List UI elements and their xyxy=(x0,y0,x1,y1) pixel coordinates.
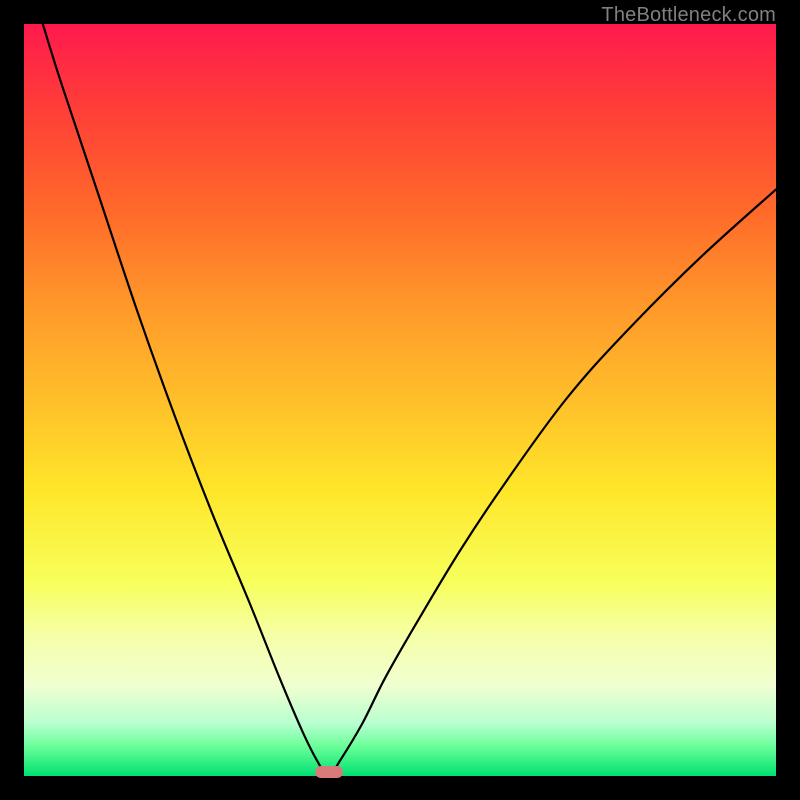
bottleneck-curve xyxy=(24,24,776,776)
optimum-marker xyxy=(315,766,343,778)
watermark-text: TheBottleneck.com xyxy=(601,4,776,27)
plot-area xyxy=(24,24,776,776)
